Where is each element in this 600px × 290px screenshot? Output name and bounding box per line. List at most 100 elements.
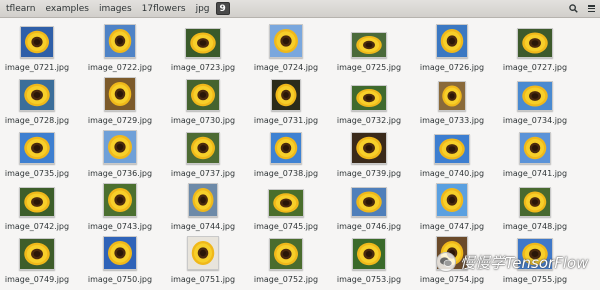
- breadcrumb-tflearn[interactable]: tflearn: [2, 2, 40, 15]
- sunflower-thumbnail: [436, 183, 468, 217]
- sunflower-thumbnail: [20, 26, 54, 58]
- file-name: image_0752.jpg: [253, 275, 319, 284]
- menu-button[interactable]: [584, 1, 598, 16]
- file-item[interactable]: image_0731.jpg: [250, 75, 322, 125]
- watermark: 慢慢学TensorFlow: [436, 251, 588, 273]
- sunflower-thumbnail: [186, 79, 220, 111]
- sunflower-thumbnail: [103, 183, 137, 217]
- sunflower-thumbnail: [271, 79, 301, 111]
- file-name: image_0754.jpg: [419, 275, 485, 284]
- file-item[interactable]: image_0748.jpg: [499, 181, 571, 231]
- sunflower-thumbnail: [519, 132, 551, 164]
- file-name: image_0746.jpg: [336, 222, 402, 231]
- sunflower-thumbnail: [351, 132, 387, 164]
- file-name: image_0744.jpg: [170, 222, 236, 231]
- sunflower-thumbnail: [519, 187, 551, 217]
- file-item[interactable]: image_0742.jpg: [1, 181, 73, 231]
- file-item[interactable]: image_0738.jpg: [250, 128, 322, 178]
- file-name: image_0724.jpg: [253, 63, 319, 72]
- sunflower-thumbnail: [104, 24, 136, 58]
- sunflower-thumbnail: [187, 236, 219, 270]
- file-item[interactable]: image_0735.jpg: [1, 128, 73, 178]
- sunflower-thumbnail: [434, 134, 470, 164]
- search-button[interactable]: [566, 1, 580, 16]
- file-name: image_0740.jpg: [419, 169, 485, 178]
- file-name: image_0734.jpg: [502, 116, 568, 125]
- file-item[interactable]: image_0721.jpg: [1, 22, 73, 72]
- file-name: image_0737.jpg: [170, 169, 236, 178]
- file-item[interactable]: image_0749.jpg: [1, 234, 73, 284]
- sunflower-thumbnail: [186, 132, 220, 164]
- file-name: image_0730.jpg: [170, 116, 236, 125]
- breadcrumb-current[interactable]: 9: [215, 2, 230, 15]
- file-name: image_0728.jpg: [4, 116, 70, 125]
- sunflower-thumbnail: [351, 32, 387, 58]
- sunflower-thumbnail: [269, 238, 303, 270]
- sunflower-thumbnail: [104, 77, 136, 111]
- sunflower-thumbnail: [438, 81, 466, 111]
- file-name: image_0739.jpg: [336, 169, 402, 178]
- file-item[interactable]: image_0740.jpg: [416, 128, 488, 178]
- file-name: image_0751.jpg: [170, 275, 236, 284]
- breadcrumb-jpg[interactable]: jpg: [192, 2, 214, 15]
- file-item[interactable]: image_0746.jpg: [333, 181, 405, 231]
- file-item[interactable]: image_0728.jpg: [1, 75, 73, 125]
- file-item[interactable]: image_0730.jpg: [167, 75, 239, 125]
- sunflower-thumbnail: [351, 187, 387, 217]
- file-name: image_0747.jpg: [419, 222, 485, 231]
- file-name: image_0742.jpg: [4, 222, 70, 231]
- sunflower-thumbnail: [436, 24, 468, 58]
- file-name: image_0750.jpg: [87, 275, 153, 284]
- file-name: image_0726.jpg: [419, 63, 485, 72]
- file-name: image_0723.jpg: [170, 63, 236, 72]
- file-name: image_0721.jpg: [4, 63, 70, 72]
- file-name: image_0743.jpg: [87, 222, 153, 231]
- file-item[interactable]: image_0729.jpg: [84, 75, 156, 125]
- file-item[interactable]: image_0750.jpg: [84, 234, 156, 284]
- file-name: image_0753.jpg: [336, 275, 402, 284]
- file-item[interactable]: image_0726.jpg: [416, 22, 488, 72]
- sunflower-thumbnail: [19, 132, 55, 164]
- file-item[interactable]: image_0723.jpg: [167, 22, 239, 72]
- file-item[interactable]: image_0724.jpg: [250, 22, 322, 72]
- file-item[interactable]: image_0733.jpg: [416, 75, 488, 125]
- file-name: image_0736.jpg: [87, 169, 153, 178]
- sunflower-thumbnail: [352, 238, 386, 270]
- sunflower-thumbnail: [188, 183, 218, 217]
- file-grid: image_0721.jpg image_0722.jpg image_0723.j…: [0, 18, 600, 290]
- file-item[interactable]: image_0753.jpg: [333, 234, 405, 284]
- file-name: image_0749.jpg: [4, 275, 70, 284]
- sunflower-thumbnail: [351, 85, 387, 111]
- search-icon: [568, 4, 578, 13]
- file-name: image_0725.jpg: [336, 63, 402, 72]
- breadcrumb-examples[interactable]: examples: [42, 2, 93, 15]
- file-item[interactable]: image_0745.jpg: [250, 181, 322, 231]
- breadcrumb-17flowers[interactable]: 17flowers: [138, 2, 190, 15]
- file-name: image_0731.jpg: [253, 116, 319, 125]
- file-item[interactable]: image_0737.jpg: [167, 128, 239, 178]
- file-item[interactable]: image_0727.jpg: [499, 22, 571, 72]
- file-item[interactable]: image_0736.jpg: [84, 128, 156, 178]
- file-item[interactable]: image_0732.jpg: [333, 75, 405, 125]
- file-item[interactable]: image_0725.jpg: [333, 22, 405, 72]
- sunflower-thumbnail: [268, 189, 304, 217]
- file-name: image_0727.jpg: [502, 63, 568, 72]
- breadcrumb-images[interactable]: images: [95, 2, 136, 15]
- file-name: image_0745.jpg: [253, 222, 319, 231]
- sunflower-thumbnail: [19, 238, 55, 270]
- file-item[interactable]: image_0722.jpg: [84, 22, 156, 72]
- file-item[interactable]: image_0751.jpg: [167, 234, 239, 284]
- breadcrumb: tflearn examples images 17flowers jpg 9: [2, 2, 230, 15]
- file-item[interactable]: image_0747.jpg: [416, 181, 488, 231]
- file-item[interactable]: image_0743.jpg: [84, 181, 156, 231]
- file-item[interactable]: image_0741.jpg: [499, 128, 571, 178]
- file-item[interactable]: image_0734.jpg: [499, 75, 571, 125]
- file-name: image_0729.jpg: [87, 116, 153, 125]
- file-item[interactable]: image_0752.jpg: [250, 234, 322, 284]
- sunflower-thumbnail: [185, 28, 221, 58]
- file-item[interactable]: image_0744.jpg: [167, 181, 239, 231]
- file-name: image_0738.jpg: [253, 169, 319, 178]
- menu-icon: [587, 5, 595, 12]
- toolbar: tflearn examples images 17flowers jpg 9: [0, 0, 600, 18]
- file-item[interactable]: image_0739.jpg: [333, 128, 405, 178]
